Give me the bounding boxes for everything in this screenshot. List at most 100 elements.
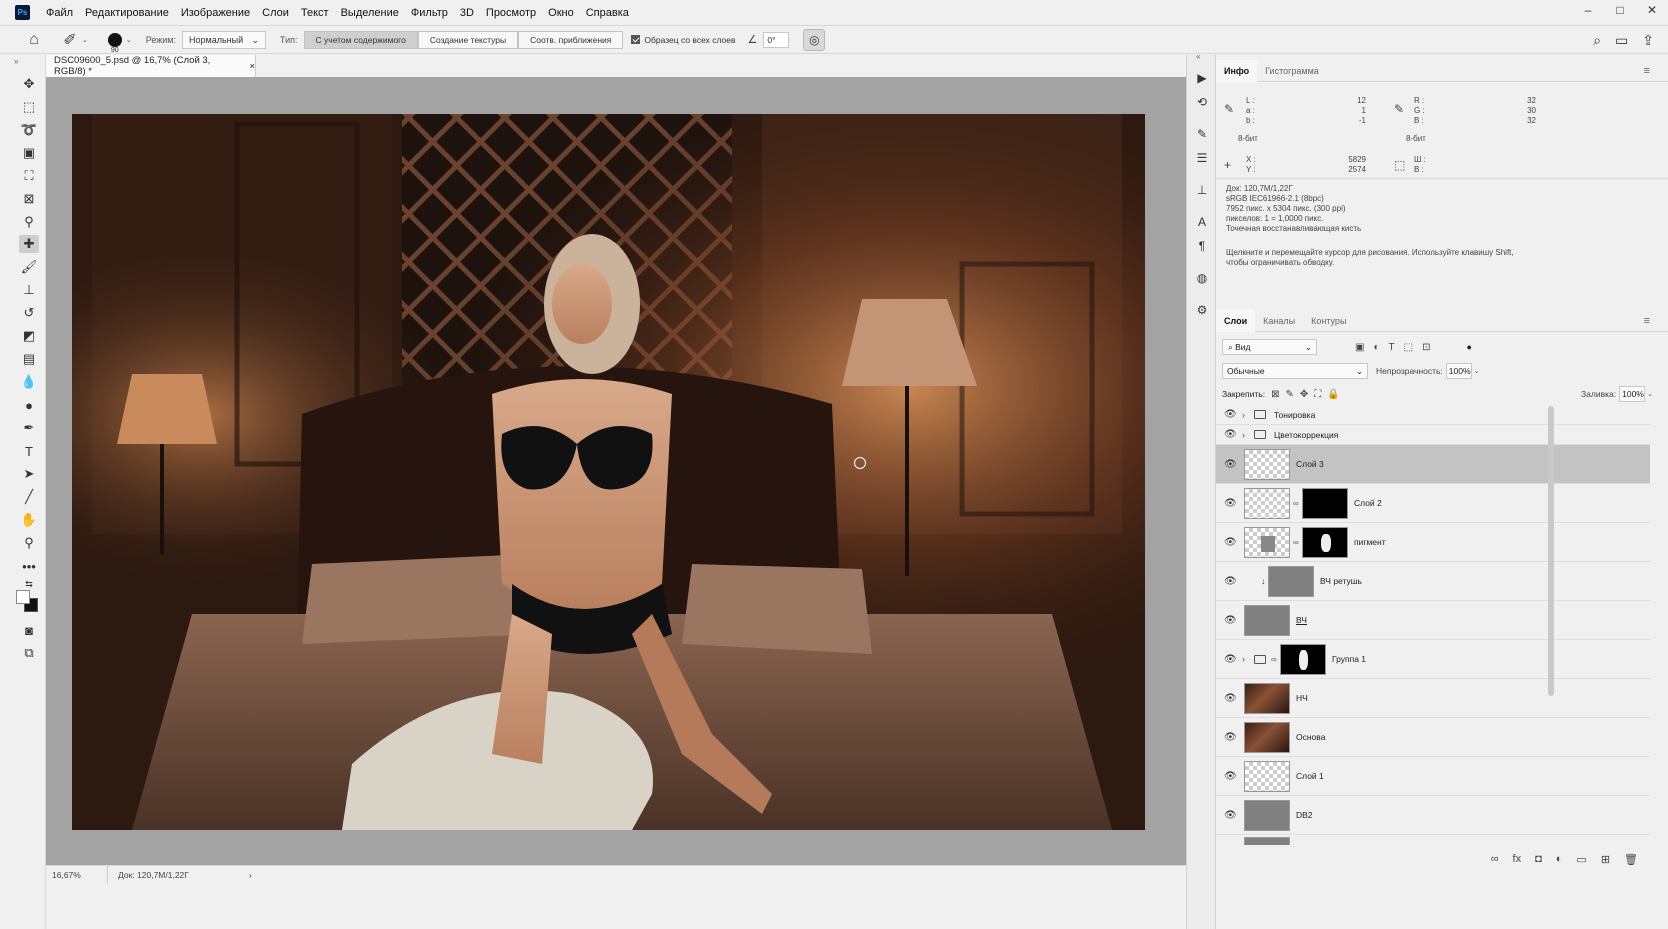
minimize-icon[interactable]: –: [1572, 0, 1604, 20]
workspace-icon[interactable]: ▭: [1615, 32, 1628, 49]
layer-row[interactable]: 👁 Основа: [1216, 718, 1650, 757]
blur-tool-icon[interactable]: 💧: [19, 373, 39, 391]
pen-tool-icon[interactable]: ✒: [19, 419, 39, 437]
quick-select-tool-icon[interactable]: ▣: [19, 144, 39, 162]
menu-3d[interactable]: 3D: [454, 0, 480, 26]
filter-shape-icon[interactable]: ⬚: [1404, 342, 1413, 353]
menu-select[interactable]: Выделение: [335, 0, 405, 26]
new-layer-icon[interactable]: ⊞: [1601, 853, 1610, 866]
crop-tool-icon[interactable]: ⛶: [19, 167, 39, 185]
delete-layer-icon[interactable]: 🗑: [1624, 853, 1638, 866]
visibility-eye-icon[interactable]: 👁: [1224, 537, 1237, 548]
eraser-tool-icon[interactable]: ◩: [19, 327, 39, 345]
menu-window[interactable]: Окно: [542, 0, 580, 26]
visibility-eye-icon[interactable]: 👁: [1224, 409, 1237, 420]
filter-type-icon[interactable]: T: [1389, 342, 1395, 353]
mode-select[interactable]: Нормальный ⌄: [182, 30, 266, 49]
document-photo[interactable]: [72, 114, 1145, 830]
visibility-eye-icon[interactable]: 👁: [1224, 615, 1237, 626]
chevron-right-icon[interactable]: ›: [1242, 654, 1245, 664]
type-create-texture[interactable]: Создание текстуры: [417, 30, 519, 49]
type-proximity-match[interactable]: Соотв. приближения: [518, 30, 624, 49]
visibility-eye-icon[interactable]: 👁: [1224, 654, 1237, 665]
chevron-right-icon[interactable]: ›: [1242, 430, 1245, 440]
chevron-right-icon[interactable]: ›: [1242, 410, 1245, 420]
zoom-level[interactable]: 16,67%: [46, 866, 108, 883]
history-icon[interactable]: ⟲: [1193, 93, 1211, 111]
menu-edit[interactable]: Редактирование: [79, 0, 175, 26]
tab-paths[interactable]: Контуры: [1303, 310, 1354, 332]
angle-input[interactable]: 0°: [763, 31, 790, 48]
pressure-size-button[interactable]: ◎: [803, 28, 826, 51]
layer-mask-thumbnail[interactable]: [1280, 643, 1326, 675]
more-tools-icon[interactable]: •••: [19, 557, 39, 575]
share-icon[interactable]: ⇪: [1642, 32, 1654, 49]
close-window-icon[interactable]: ✕: [1636, 0, 1668, 20]
menu-view[interactable]: Просмотр: [480, 0, 542, 26]
collapse-grip-icon[interactable]: «: [1196, 52, 1200, 61]
layer-row-partial[interactable]: [1216, 835, 1650, 845]
layer-row[interactable]: 👁 ↓ ВЧ ретушь: [1216, 562, 1650, 601]
lasso-tool-icon[interactable]: ➰: [19, 121, 39, 139]
paragraph-icon[interactable]: ¶: [1193, 237, 1211, 255]
layer-row-selected[interactable]: 👁 Слой 3: [1216, 445, 1650, 484]
marquee-tool-icon[interactable]: ⬚: [19, 98, 39, 116]
gradient-tool-icon[interactable]: ▤: [19, 350, 39, 368]
layer-row[interactable]: 👁 › Тонировка: [1216, 405, 1650, 425]
tab-channels[interactable]: Каналы: [1255, 310, 1303, 332]
line-tool-icon[interactable]: ╱: [19, 488, 39, 506]
new-group-icon[interactable]: ▭: [1576, 853, 1586, 866]
layer-row[interactable]: 👁 Слой 1: [1216, 757, 1650, 796]
layer-row[interactable]: 👁 DB2: [1216, 796, 1650, 835]
screen-mode-icon[interactable]: ⧉: [19, 644, 39, 662]
close-tab-icon[interactable]: ×: [249, 61, 255, 72]
path-selection-tool-icon[interactable]: ➤: [19, 465, 39, 483]
lock-artboard-icon[interactable]: ⛶: [1314, 389, 1321, 400]
new-adjustment-icon[interactable]: ◐: [1556, 853, 1563, 865]
layer-row[interactable]: 👁 › ∞ Группа 1: [1216, 640, 1650, 679]
visibility-eye-icon[interactable]: 👁: [1224, 732, 1237, 743]
chevron-down-icon[interactable]: ⌄: [1474, 367, 1480, 375]
layer-row[interactable]: 👁 НЧ: [1216, 679, 1650, 718]
visibility-eye-icon[interactable]: 👁: [1224, 693, 1237, 704]
clone-source-icon[interactable]: ⊥: [1193, 181, 1211, 199]
menu-image[interactable]: Изображение: [175, 0, 256, 26]
layers-scrollbar[interactable]: [1548, 406, 1554, 696]
collapse-grip-icon[interactable]: »: [14, 57, 18, 66]
visibility-eye-icon[interactable]: 👁: [1224, 429, 1237, 440]
actions-icon[interactable]: ▶: [1193, 69, 1211, 87]
move-tool-icon[interactable]: ✥: [19, 75, 39, 93]
visibility-eye-icon[interactable]: 👁: [1224, 771, 1237, 782]
menu-file[interactable]: Файл: [40, 0, 79, 26]
lock-all-icon[interactable]: 🔒: [1327, 389, 1339, 400]
visibility-eye-icon[interactable]: 👁: [1224, 576, 1237, 587]
lock-position-icon[interactable]: ✥: [1300, 389, 1308, 400]
opacity-input[interactable]: 100%: [1445, 363, 1472, 379]
panel-menu-icon[interactable]: ≡: [1636, 310, 1658, 332]
adjustments-icon[interactable]: ☰: [1193, 149, 1211, 167]
spot-healing-brush-tool-icon[interactable]: ✚: [19, 235, 39, 253]
tab-layers[interactable]: Слои: [1216, 309, 1256, 332]
layer-row[interactable]: 👁 › Цветокоррекция: [1216, 425, 1650, 445]
sample-all-layers-checkbox[interactable]: Образец со всех слоев: [631, 35, 736, 45]
frame-tool-icon[interactable]: ⊠: [19, 190, 39, 208]
visibility-eye-icon[interactable]: 👁: [1224, 810, 1237, 821]
link-chain-icon[interactable]: ∞: [1293, 538, 1299, 547]
fill-input[interactable]: 100%: [1619, 386, 1646, 402]
properties-icon[interactable]: ⚙: [1193, 301, 1211, 319]
lock-transparent-icon[interactable]: ⊠: [1271, 389, 1279, 400]
filter-toggle-icon[interactable]: ●: [1466, 342, 1471, 352]
zoom-tool-icon[interactable]: ⚲: [19, 534, 39, 552]
layer-row[interactable]: 👁 ∞ пигмент: [1216, 523, 1650, 562]
brush-tool-icon[interactable]: 🖌: [19, 258, 39, 276]
link-layers-icon[interactable]: ∞: [1491, 853, 1499, 865]
layer-mask-thumbnail[interactable]: [1302, 526, 1348, 558]
layer-style-fx-icon[interactable]: fx: [1513, 853, 1522, 865]
quick-mask-icon[interactable]: ◙: [19, 621, 39, 639]
blend-mode-select[interactable]: Обычные ⌄: [1222, 363, 1368, 379]
clone-stamp-tool-icon[interactable]: ⊥: [19, 281, 39, 299]
lock-image-icon[interactable]: ✎: [1285, 389, 1293, 400]
glyphs-icon[interactable]: ◍: [1193, 269, 1211, 287]
history-brush-tool-icon[interactable]: ↺: [19, 304, 39, 322]
add-mask-icon[interactable]: ◘: [1535, 853, 1542, 865]
